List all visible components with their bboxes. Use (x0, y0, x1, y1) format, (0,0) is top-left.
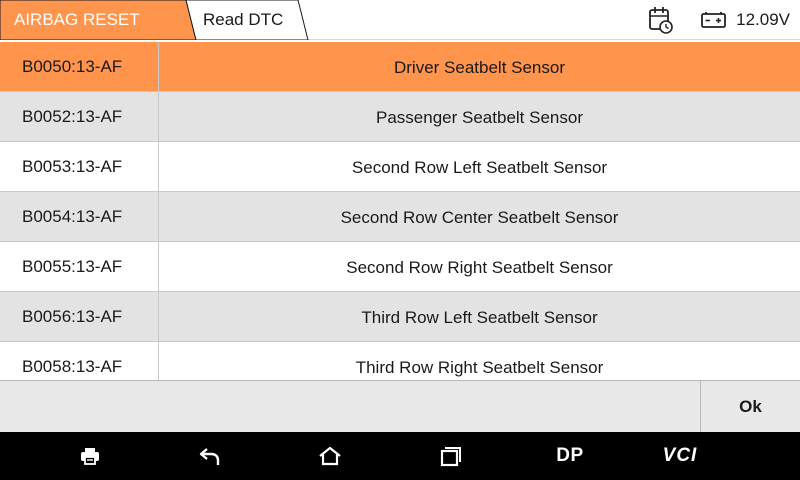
dtc-code: B0050:13-AF (0, 42, 159, 91)
dtc-row[interactable]: B0058:13-AF Third Row Right Seatbelt Sen… (0, 342, 800, 380)
dp-label: DP (556, 445, 584, 466)
dtc-code: B0056:13-AF (0, 292, 159, 341)
print-icon[interactable] (60, 432, 120, 480)
ok-button[interactable]: Ok (700, 381, 800, 432)
dtc-code: B0058:13-AF (0, 342, 159, 380)
battery-icon (700, 10, 728, 30)
dtc-row[interactable]: B0052:13-AF Passenger Seatbelt Sensor (0, 92, 800, 142)
dtc-list[interactable]: B0050:13-AF Driver Seatbelt Sensor B0052… (0, 42, 800, 380)
battery-voltage: 12.09V (736, 10, 790, 29)
dtc-code: B0054:13-AF (0, 192, 159, 241)
dtc-description: Second Row Center Seatbelt Sensor (340, 207, 619, 227)
dtc-description: Second Row Left Seatbelt Sensor (351, 157, 608, 177)
dp-button[interactable]: DP (540, 432, 600, 480)
dtc-description: Third Row Left Seatbelt Sensor (361, 307, 598, 327)
dtc-description: Third Row Right Seatbelt Sensor (355, 357, 604, 377)
status-area: 12.09V (648, 0, 790, 40)
home-icon[interactable] (300, 432, 360, 480)
dtc-code: B0052:13-AF (0, 92, 159, 141)
calendar-clock-icon[interactable] (648, 5, 674, 35)
dtc-description: Driver Seatbelt Sensor (393, 57, 566, 77)
dtc-description: Passenger Seatbelt Sensor (376, 107, 583, 127)
vci-button[interactable]: VCI (650, 432, 710, 480)
dtc-row[interactable]: B0055:13-AF Second Row Right Seatbelt Se… (0, 242, 800, 292)
vci-label: VCI (662, 445, 698, 466)
system-nav-bar: DP VCI (0, 432, 800, 480)
dtc-row[interactable]: B0050:13-AF Driver Seatbelt Sensor (0, 42, 800, 92)
dtc-row[interactable]: B0054:13-AF Second Row Center Seatbelt S… (0, 192, 800, 242)
breadcrumb-label-read-dtc[interactable]: Read DTC (203, 0, 283, 40)
action-bar: Ok (0, 380, 800, 432)
dtc-code: B0053:13-AF (0, 142, 159, 191)
dtc-code: B0055:13-AF (0, 242, 159, 291)
dtc-row[interactable]: B0053:13-AF Second Row Left Seatbelt Sen… (0, 142, 800, 192)
dtc-description: Second Row Right Seatbelt Sensor (346, 257, 613, 277)
recent-apps-icon[interactable] (420, 432, 480, 480)
dtc-row[interactable]: B0056:13-AF Third Row Left Seatbelt Sens… (0, 292, 800, 342)
top-bar: AIRBAG RESET Read DTC 12.09V (0, 0, 800, 40)
breadcrumb-label-airbag-reset[interactable]: AIRBAG RESET (14, 0, 140, 40)
back-icon[interactable] (180, 432, 240, 480)
